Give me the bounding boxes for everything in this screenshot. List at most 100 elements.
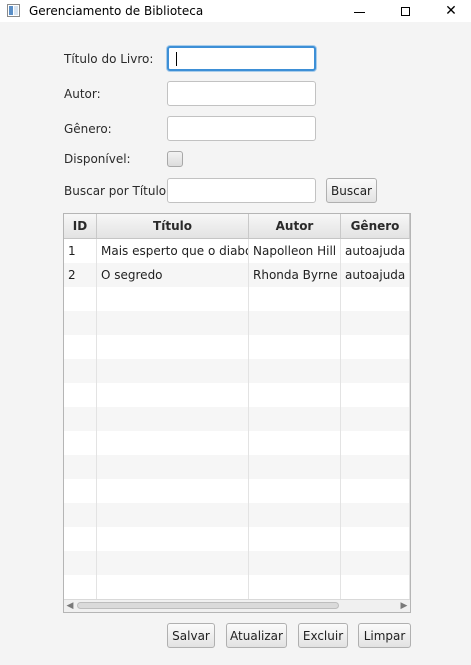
- window-title: Gerenciamento de Biblioteca: [29, 4, 204, 18]
- cell-genero: [341, 503, 410, 527]
- cell-id: [64, 383, 97, 407]
- table-row[interactable]: [64, 407, 410, 431]
- cell-titulo: [97, 359, 249, 383]
- cell-titulo: Mais esperto que o diabo: [97, 239, 249, 263]
- minimize-icon: [353, 11, 365, 13]
- cell-genero: [341, 479, 410, 503]
- limpar-button[interactable]: Limpar: [358, 623, 411, 648]
- cell-autor: Rhonda Byrne: [249, 263, 341, 287]
- cell-id: [64, 431, 97, 455]
- cell-titulo: [97, 383, 249, 407]
- text-caret: [176, 52, 177, 66]
- cell-id: [64, 335, 97, 359]
- cell-autor: [249, 503, 341, 527]
- cell-genero: [341, 287, 410, 311]
- scroll-right-icon[interactable]: ▶: [398, 600, 410, 612]
- cell-titulo: O segredo: [97, 263, 249, 287]
- cell-id: [64, 551, 97, 575]
- cell-id: [64, 479, 97, 503]
- cell-autor: [249, 479, 341, 503]
- table-row[interactable]: 1 Mais esperto que o diabo Napolleon Hill a…: [64, 239, 410, 263]
- cell-autor: [249, 551, 341, 575]
- cell-autor: [249, 383, 341, 407]
- cell-titulo: [97, 503, 249, 527]
- table-row[interactable]: [64, 479, 410, 503]
- cell-autor: [249, 359, 341, 383]
- column-header-autor[interactable]: Autor: [249, 214, 341, 238]
- maximize-button[interactable]: [383, 0, 427, 22]
- cell-id: [64, 359, 97, 383]
- cell-genero: [341, 431, 410, 455]
- cell-autor: [249, 311, 341, 335]
- table-row[interactable]: [64, 311, 410, 335]
- disponivel-label: Disponível:: [64, 152, 131, 166]
- cell-genero: [341, 407, 410, 431]
- cell-autor: [249, 335, 341, 359]
- cell-id: [64, 287, 97, 311]
- table-row[interactable]: 2O segredo Rhonda Byrne autoajuda: [64, 263, 410, 287]
- cell-genero: [341, 311, 410, 335]
- table-row[interactable]: [64, 431, 410, 455]
- buscar-input[interactable]: [167, 178, 316, 203]
- close-button[interactable]: ✕: [429, 0, 471, 22]
- scroll-left-icon[interactable]: ◀: [64, 600, 76, 612]
- cell-titulo: [97, 527, 249, 551]
- titulo-label: Título do Livro:: [64, 52, 154, 66]
- cell-genero: [341, 575, 410, 599]
- horizontal-scrollbar[interactable]: ◀ ▶: [64, 599, 410, 612]
- cell-id: [64, 311, 97, 335]
- cell-titulo: [97, 407, 249, 431]
- cell-autor: [249, 287, 341, 311]
- cell-titulo: [97, 311, 249, 335]
- cell-id: [64, 455, 97, 479]
- table-row[interactable]: [64, 527, 410, 551]
- column-header-id[interactable]: ID: [64, 214, 97, 238]
- cell-genero: [341, 551, 410, 575]
- app-icon: [7, 4, 20, 17]
- scroll-thumb[interactable]: [77, 602, 339, 609]
- cell-genero: [341, 455, 410, 479]
- table-row[interactable]: [64, 575, 410, 599]
- cell-genero: [341, 383, 410, 407]
- cell-genero: [341, 335, 410, 359]
- autor-label: Autor:: [64, 87, 101, 101]
- cell-id: 1: [64, 239, 97, 263]
- cell-titulo: [97, 575, 249, 599]
- autor-input[interactable]: [167, 81, 316, 106]
- column-header-genero[interactable]: Gênero: [341, 214, 410, 238]
- cell-autor: [249, 407, 341, 431]
- cell-id: [64, 407, 97, 431]
- table-row[interactable]: [64, 359, 410, 383]
- genero-input[interactable]: [167, 116, 316, 141]
- table-row[interactable]: [64, 503, 410, 527]
- cell-autor: [249, 575, 341, 599]
- cell-id: [64, 503, 97, 527]
- cell-titulo: [97, 431, 249, 455]
- table-row[interactable]: [64, 287, 410, 311]
- genero-label: Gênero:: [64, 122, 112, 136]
- buscar-button[interactable]: Buscar: [326, 178, 377, 203]
- titulo-input[interactable]: [167, 46, 316, 71]
- column-header-titulo[interactable]: Título: [97, 214, 249, 238]
- table-row[interactable]: [64, 383, 410, 407]
- books-table[interactable]: ID Título Autor Gênero 1 Mais esperto que…: [63, 213, 411, 613]
- excluir-button[interactable]: Excluir: [298, 623, 348, 648]
- cell-id: 2: [64, 263, 97, 287]
- cell-titulo: [97, 335, 249, 359]
- table-row[interactable]: [64, 335, 410, 359]
- buscar-label: Buscar por Título:: [64, 184, 171, 198]
- salvar-button[interactable]: Salvar: [167, 623, 215, 648]
- table-header: ID Título Autor Gênero: [64, 214, 410, 239]
- cell-autor: [249, 455, 341, 479]
- cell-autor: [249, 431, 341, 455]
- minimize-button[interactable]: [337, 0, 381, 22]
- table-row[interactable]: [64, 551, 410, 575]
- cell-titulo: [97, 479, 249, 503]
- table-row[interactable]: [64, 455, 410, 479]
- cell-id: [64, 527, 97, 551]
- cell-genero: [341, 527, 410, 551]
- title-bar[interactable]: Gerenciamento de Biblioteca ✕: [0, 0, 471, 22]
- disponivel-checkbox[interactable]: [167, 151, 183, 167]
- atualizar-button[interactable]: Atualizar: [226, 623, 287, 648]
- table-body: 1 Mais esperto que o diabo Napolleon Hill a…: [64, 239, 410, 599]
